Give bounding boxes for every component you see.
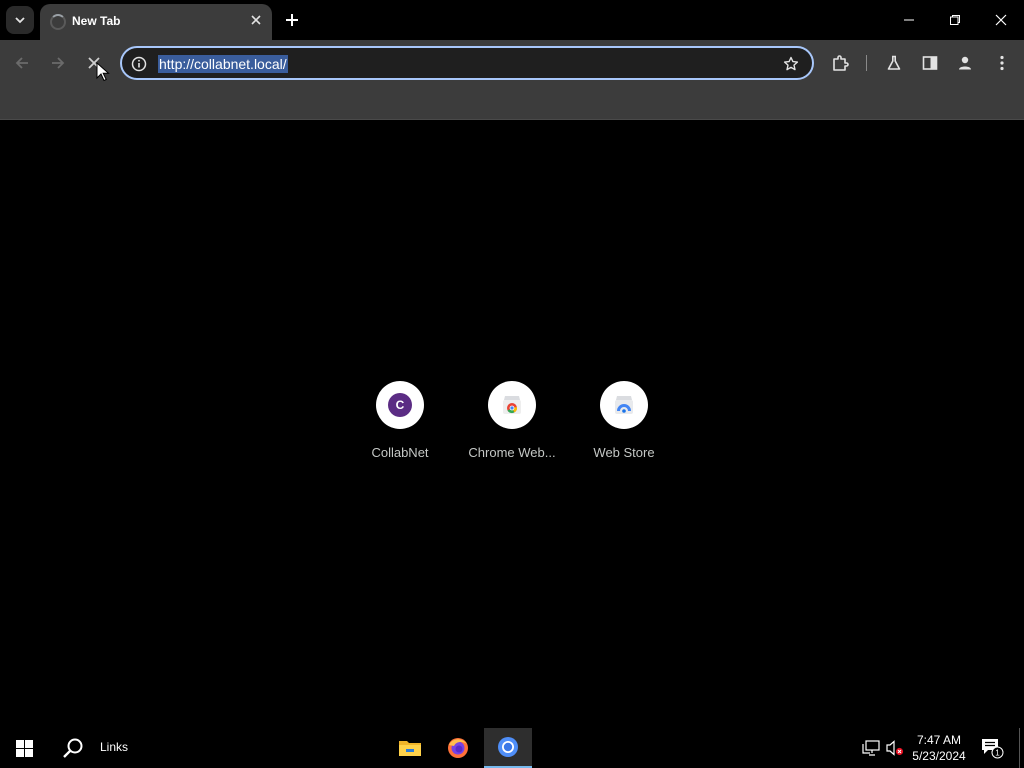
address-bar[interactable]: http://collabnet.local/ [120, 46, 814, 80]
shortcut-icon-circle [488, 381, 536, 429]
site-info-button[interactable] [130, 55, 148, 73]
forward-button[interactable] [44, 49, 72, 77]
minimize-button[interactable] [886, 0, 932, 40]
taskbar-chrome[interactable] [484, 728, 532, 768]
restore-button[interactable] [932, 0, 978, 40]
star-icon [783, 56, 799, 71]
shortcut-icon-circle [600, 381, 648, 429]
side-panel-button[interactable] [919, 52, 941, 74]
more-vert-icon [1000, 55, 1004, 71]
loading-spinner-icon [50, 14, 66, 30]
url-text[interactable]: http://collabnet.local/ [158, 55, 288, 73]
chrome-icon [498, 737, 518, 757]
profile-button[interactable] [954, 52, 976, 74]
arrow-right-icon [52, 57, 65, 69]
close-icon [995, 14, 1007, 26]
shortcut-label: CollabNet [371, 445, 429, 460]
flask-icon [887, 55, 901, 70]
toolbar-separator [866, 55, 867, 71]
labs-button[interactable] [883, 52, 905, 74]
system-clock[interactable]: 7:47 AM 5/23/2024 [906, 732, 972, 764]
links-toolbar-label[interactable]: Links [100, 740, 128, 754]
search-icon [63, 738, 83, 758]
action-center-button[interactable]: 1 [980, 736, 1004, 760]
restore-icon [950, 15, 960, 25]
notification-icon: 1 [982, 739, 1004, 759]
bookmark-button[interactable] [782, 55, 800, 73]
plus-icon [286, 14, 298, 26]
tab-close-button[interactable] [248, 12, 264, 28]
tab-title: New Tab [72, 14, 121, 28]
taskbar-firefox[interactable] [434, 728, 482, 768]
volume-muted-icon [886, 740, 904, 756]
collabnet-favicon-icon: C [388, 393, 412, 417]
windows-logo-icon [15, 739, 33, 757]
shortcut-web-store[interactable]: Web Store [568, 381, 680, 471]
network-icon [862, 740, 880, 756]
bookmarks-bar [0, 86, 1024, 120]
new-tab-button[interactable] [280, 8, 304, 32]
mouse-cursor-icon [96, 62, 110, 82]
close-window-button[interactable] [978, 0, 1024, 40]
puzzle-icon [833, 55, 849, 71]
tab-search-button[interactable] [6, 6, 34, 34]
show-desktop-button[interactable] [1019, 728, 1020, 768]
volume-tray-button[interactable] [886, 740, 904, 756]
new-tab-page: C CollabNet Chrome Web... Web Store [0, 121, 1024, 728]
taskbar-file-explorer[interactable] [386, 728, 434, 768]
shortcut-icon-circle: C [376, 381, 424, 429]
chrome-web-store-icon [503, 396, 521, 414]
chevron-down-icon [15, 17, 25, 24]
clock-date: 5/23/2024 [912, 749, 966, 763]
notification-count: 1 [995, 749, 1000, 758]
web-store-icon [615, 396, 633, 414]
file-explorer-icon [399, 741, 421, 756]
taskbar-search-button[interactable] [56, 728, 90, 768]
clock-time: 7:47 AM [916, 733, 962, 747]
start-button[interactable] [0, 728, 48, 768]
person-icon [959, 56, 971, 70]
extensions-button[interactable] [829, 52, 851, 74]
browser-toolbar: http://collabnet.local/ [0, 40, 1024, 86]
title-bar: New Tab [0, 0, 1024, 40]
arrow-left-icon [15, 57, 28, 69]
side-panel-icon [922, 56, 938, 70]
browser-menu-button[interactable] [991, 52, 1013, 74]
tab-new-tab[interactable]: New Tab [40, 4, 272, 40]
minimize-icon [904, 19, 914, 21]
shortcut-label: Chrome Web... [468, 445, 556, 460]
shortcut-collabnet[interactable]: C CollabNet [344, 381, 456, 471]
close-icon [251, 15, 261, 25]
shortcut-label: Web Store [593, 445, 655, 460]
firefox-icon [448, 738, 468, 758]
info-icon [131, 56, 147, 72]
taskbar: Links 7:47 AM 5/23/2024 1 [0, 728, 1024, 768]
network-tray-button[interactable] [862, 740, 880, 756]
shortcut-chrome-web-store[interactable]: Chrome Web... [456, 381, 568, 471]
back-button[interactable] [8, 49, 36, 77]
